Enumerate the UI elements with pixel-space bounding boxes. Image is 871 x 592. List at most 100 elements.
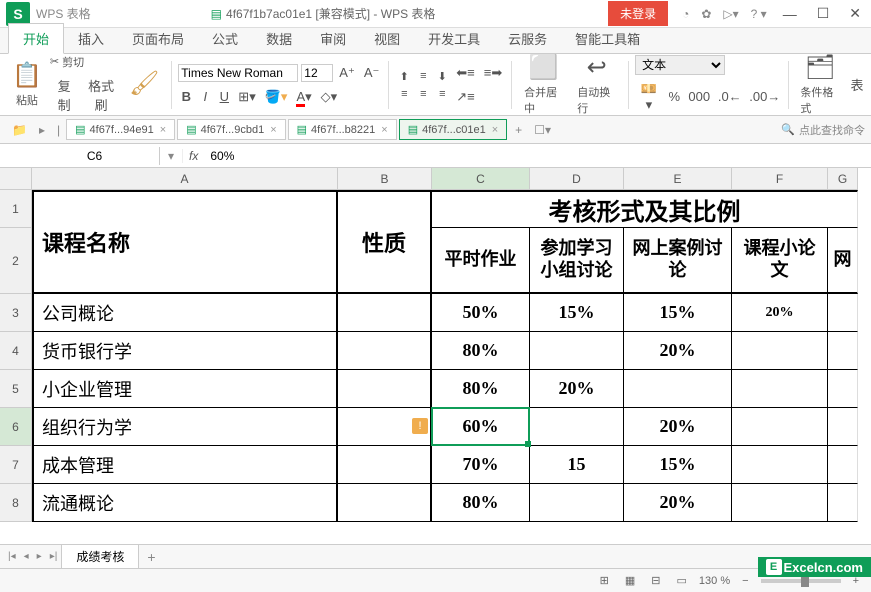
fill-color-button[interactable]: 🪣▾ [262,87,291,107]
cell-e5[interactable] [624,370,732,408]
currency-button[interactable]: 💴▾ [635,79,662,115]
cell-g6[interactable] [828,408,858,446]
align-right-button[interactable]: ≡ [433,86,451,102]
col-header-d[interactable]: D [530,168,624,190]
table-style-button[interactable]: 表 [847,73,865,96]
home-icon[interactable]: 📁 [6,123,33,137]
tab-dev-tools[interactable]: 开发工具 [414,24,494,53]
auto-wrap-button[interactable]: ↩ 自动换行 [571,54,622,116]
tab-insert[interactable]: 插入 [64,24,118,53]
cut-button[interactable]: ✂剪切 [50,54,121,70]
close-button[interactable]: ✕ [839,1,871,26]
cell-a1[interactable]: 课程名称 [32,190,338,294]
cell-e4[interactable]: 20% [624,332,732,370]
cell-a5[interactable]: 小企业管理 [32,370,338,408]
minimize-button[interactable]: — [773,2,807,26]
cell-b7[interactable] [338,446,432,484]
cell-f3[interactable]: 20% [732,294,828,332]
cell-a4[interactable]: 货币银行学 [32,332,338,370]
row-header-2[interactable]: 2 [0,228,32,294]
col-header-a[interactable]: A [32,168,338,190]
cell-e6[interactable]: 20% [624,408,732,446]
sheet-nav-first[interactable]: |◂ [4,551,20,562]
cell-c8[interactable]: 80% [432,484,530,522]
fx-label[interactable]: fx [183,149,204,163]
tab-page-layout[interactable]: 页面布局 [118,24,198,53]
clear-format-button[interactable]: ◇▾ [318,87,341,107]
tab-view[interactable]: 视图 [360,24,414,53]
cell-c7[interactable]: 70% [432,446,530,484]
row-header-7[interactable]: 7 [0,446,32,484]
sheet-nav-next[interactable]: ▸ [33,551,46,562]
zoom-value[interactable]: 130 % [699,575,730,587]
row-header-8[interactable]: 8 [0,484,32,522]
cell-c2[interactable]: 平时作业 [432,228,530,294]
align-bottom-button[interactable]: ⬇ [433,68,451,85]
number-format-select[interactable]: 文本 [635,55,725,75]
tab-formula[interactable]: 公式 [198,24,252,53]
decrease-decimal-button[interactable]: .00→ [746,87,781,106]
cell-d8[interactable] [530,484,624,522]
cell-g3[interactable] [828,294,858,332]
cell-g2[interactable]: 网 [828,228,858,294]
tab-cloud[interactable]: 云服务 [494,24,561,53]
doc-tab-3[interactable]: ▤4f67f...b8221× [288,119,397,140]
cell-a6[interactable]: 组织行为学 [32,408,338,446]
close-tab-icon[interactable]: × [270,124,276,136]
cell-e7[interactable]: 15% [624,446,732,484]
copy-button[interactable]: 复制 [50,74,78,116]
cell-d6[interactable] [530,408,624,446]
cell-e3[interactable]: 15% [624,294,732,332]
cell-f2[interactable]: 课程小论文 [732,228,828,294]
sync-icon[interactable]: ◔ [676,7,695,21]
cell-f7[interactable] [732,446,828,484]
increase-indent-button[interactable]: ≡➡ [481,63,505,83]
col-header-c[interactable]: C [432,168,530,190]
doc-tab-1[interactable]: ▤4f67f...94e91× [66,119,175,140]
cell-g5[interactable] [828,370,858,408]
align-top-button[interactable]: ⬆ [395,68,413,85]
col-header-g[interactable]: G [828,168,858,190]
cell-b3[interactable] [338,294,432,332]
row-header-4[interactable]: 4 [0,332,32,370]
font-color-button[interactable]: A▾ [293,87,314,107]
decrease-indent-button[interactable]: ⬅≡ [453,63,477,83]
skin-icon[interactable]: ▷▾ [717,7,744,21]
view-normal-icon[interactable]: ⊞ [596,572,613,589]
row-header-5[interactable]: 5 [0,370,32,408]
zoom-slider[interactable] [761,579,841,583]
select-all-corner[interactable] [0,168,32,190]
paste-button[interactable]: 📋 粘贴 [6,59,48,110]
zoom-out-button[interactable]: − [738,573,752,589]
maximize-button[interactable]: ☐ [807,1,840,26]
sheet-tab-1[interactable]: 成绩考核 [61,544,139,569]
cell-c4[interactable]: 80% [432,332,530,370]
conditional-format-button[interactable]: 🗂 条件格式 [794,54,845,116]
cell-a8[interactable]: 流通概论 [32,484,338,522]
cell-c1[interactable]: 考核形式及其比例 [432,190,858,228]
decrease-font-button[interactable]: A⁻ [361,63,383,83]
close-tab-icon[interactable]: × [160,124,166,136]
bold-button[interactable]: B [178,87,194,106]
fx-dropdown[interactable]: ▾ [160,149,183,163]
dropdown-docs[interactable]: ☐▾ [528,123,557,137]
cell-d7[interactable]: 15 [530,446,624,484]
spreadsheet[interactable]: 1 2 3 4 5 6 7 8 A B C D E F G 课程名称 性质 考核… [0,168,871,544]
cell-b4[interactable] [338,332,432,370]
col-header-e[interactable]: E [624,168,732,190]
tab-data[interactable]: 数据 [252,24,306,53]
font-name-select[interactable] [178,64,298,82]
cell-a7[interactable]: 成本管理 [32,446,338,484]
cell-g7[interactable] [828,446,858,484]
cell-a3[interactable]: 公司概论 [32,294,338,332]
warning-icon[interactable]: ! [412,418,428,434]
orientation-button[interactable]: ↗≡ [453,87,477,107]
align-middle-button[interactable]: ≡ [414,68,432,85]
comma-button[interactable]: 000 [685,87,711,106]
add-doc-button[interactable]: + [509,123,528,137]
formula-input[interactable] [204,147,871,165]
cell-g8[interactable] [828,484,858,522]
cell-b5[interactable] [338,370,432,408]
login-button[interactable]: 未登录 [608,1,668,26]
add-sheet-button[interactable]: + [139,549,163,565]
